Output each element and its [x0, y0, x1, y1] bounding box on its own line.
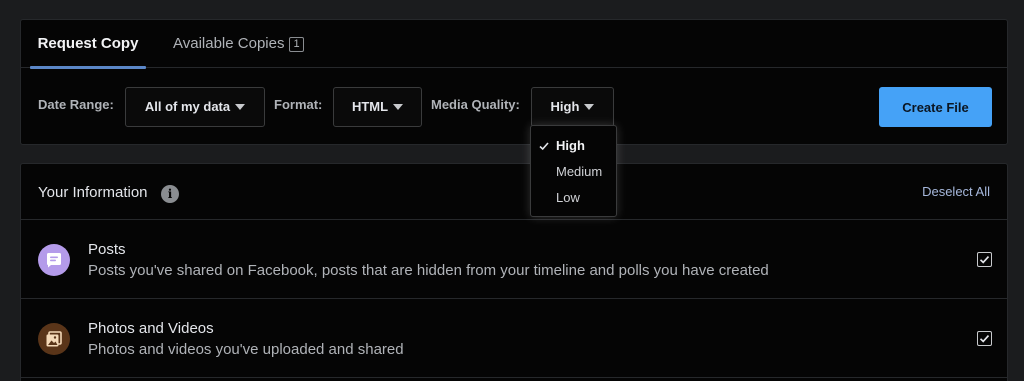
date-range-select[interactable]: All of my data	[125, 87, 265, 127]
info-item-description: Photos and videos you've uploaded and sh…	[88, 341, 404, 358]
media-quality-value: High	[550, 99, 580, 114]
your-information-title: Your Information	[38, 184, 148, 201]
format-select[interactable]: HTML	[333, 87, 422, 127]
photos-icon	[38, 323, 70, 355]
date-range-label: Date Range:	[38, 97, 114, 112]
checkmark-icon	[979, 335, 990, 343]
chevron-down-icon	[235, 104, 246, 110]
menu-item-high[interactable]: High	[531, 133, 616, 159]
info-item-title: Posts	[88, 241, 126, 258]
tab-available-copies[interactable]: Available Copies 1	[173, 20, 304, 68]
menu-item-low[interactable]: Low	[531, 185, 616, 211]
photos-videos-checkbox[interactable]	[977, 331, 992, 346]
date-range-value: All of my data	[144, 99, 231, 114]
info-icon[interactable]: i	[161, 185, 179, 203]
tab-bar: Request Copy Available Copies 1	[21, 20, 1007, 69]
tab-request-copy[interactable]: Request Copy	[30, 20, 146, 69]
info-item-photos-videos[interactable]: Photos and Videos Photos and videos you'…	[21, 299, 1007, 378]
media-quality-menu: High Medium Low	[530, 125, 617, 217]
chevron-down-icon	[393, 104, 404, 110]
posts-checkbox[interactable]	[977, 252, 992, 267]
chevron-down-icon	[584, 104, 595, 110]
tab-available-copies-label: Available Copies	[173, 35, 285, 52]
format-value: HTML	[351, 99, 389, 114]
media-quality-label: Media Quality:	[431, 97, 520, 112]
menu-item-label: High	[556, 138, 585, 153]
format-label: Format:	[274, 97, 323, 112]
posts-icon	[38, 244, 70, 276]
info-item-title: Photos and Videos	[88, 320, 214, 337]
info-item-posts[interactable]: Posts Posts you've shared on Facebook, p…	[21, 220, 1007, 299]
checkmark-icon	[979, 256, 990, 264]
info-item-description: Posts you've shared on Facebook, posts t…	[88, 262, 769, 279]
checkmark-icon	[539, 142, 549, 151]
your-information-card: Your Information i Deselect All Posts Po…	[20, 163, 1008, 381]
menu-item-label: Medium	[556, 164, 603, 179]
available-copies-count-badge: 1	[289, 37, 304, 52]
deselect-all-link[interactable]: Deselect All	[922, 184, 990, 199]
menu-item-medium[interactable]: Medium	[531, 159, 616, 185]
media-quality-select[interactable]: High	[531, 87, 614, 127]
info-header: Your Information i Deselect All	[21, 164, 1007, 220]
filters-bar: Date Range: All of my data Format: HTML …	[21, 69, 1007, 146]
request-copy-card: Request Copy Available Copies 1 Date Rang…	[20, 19, 1008, 145]
create-file-button[interactable]: Create File	[879, 87, 992, 127]
tab-request-copy-label: Request Copy	[37, 35, 139, 52]
menu-item-label: Low	[556, 190, 580, 205]
